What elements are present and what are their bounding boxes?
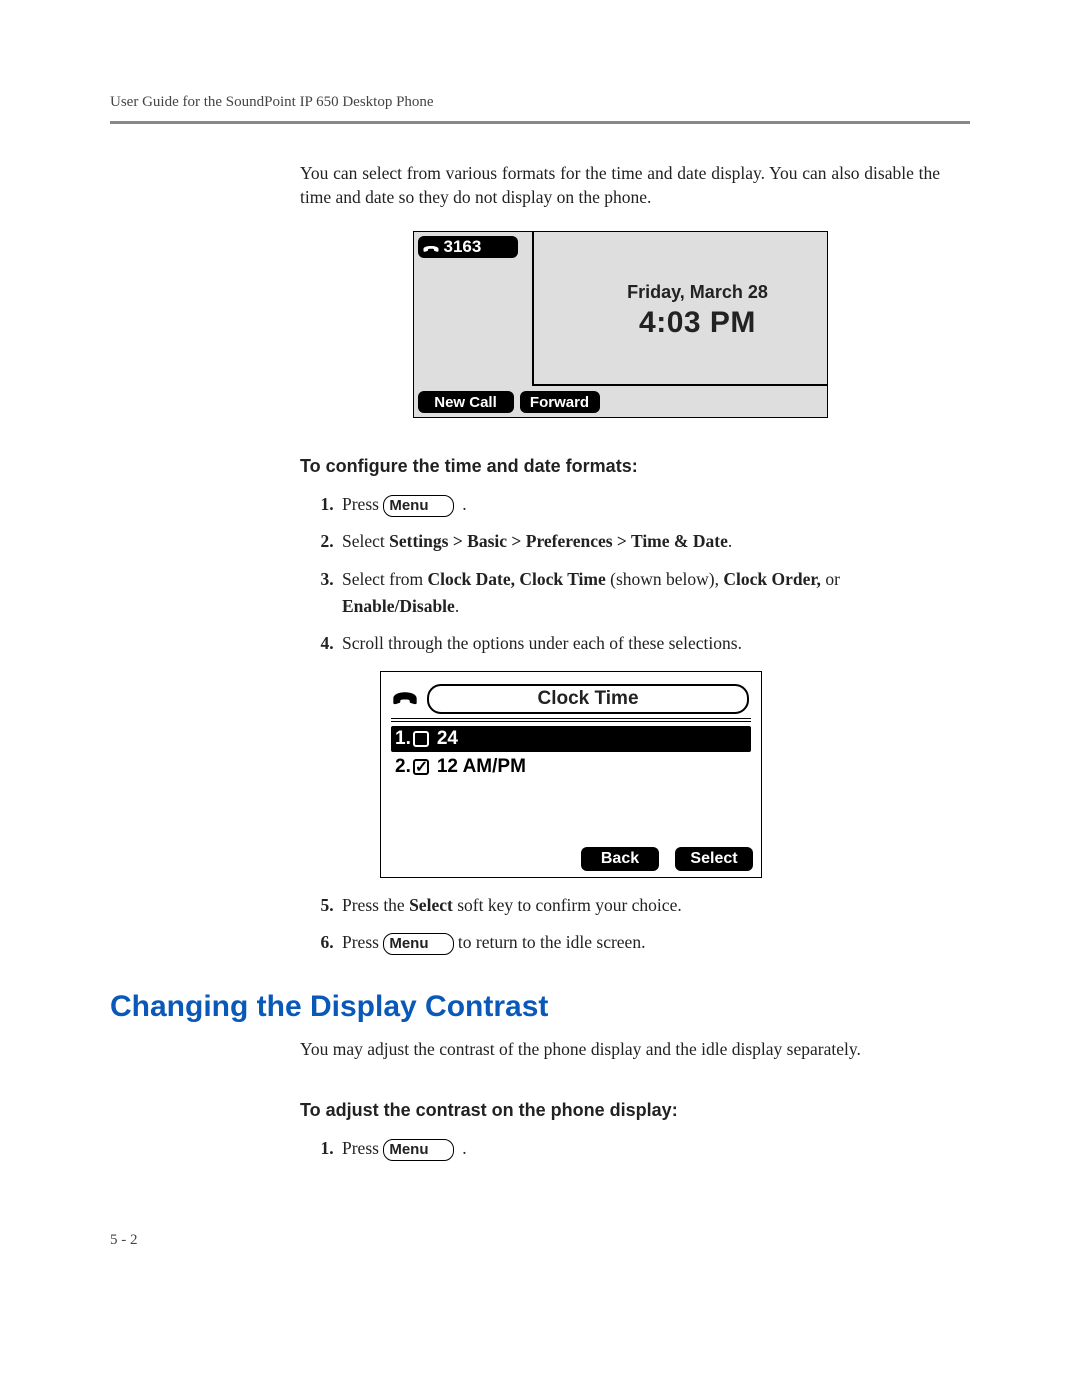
menu-key-icon: Menu [383,933,453,955]
contrast-intro: You may adjust the contrast of the phone… [300,1038,940,1062]
option-24: 1. 24 [391,726,751,752]
section-title-adjust-contrast: To adjust the contrast on the phone disp… [300,1100,940,1121]
section-title-configure: To configure the time and date formats: [300,456,940,477]
extension-label: 3163 [418,236,518,258]
page-header: User Guide for the SoundPoint IP 650 Des… [110,94,970,124]
phone-screenshot-idle: 3163 Friday, March 28 4:03 PM New Call F… [413,231,828,418]
menu-title: Clock Time [427,684,749,714]
step-6: Press Menu to return to the idle screen. [338,929,940,956]
handset-icon [422,240,440,254]
softkey-new-call: New Call [418,391,514,413]
softkey-select: Select [675,847,753,871]
divider [532,232,534,386]
extension-number: 3163 [444,237,482,257]
heading-changing-contrast: Changing the Display Contrast [110,990,970,1024]
step-2: Select Settings > Basic > Preferences > … [338,528,940,555]
divider [532,384,827,386]
time-display: 4:03 PM [569,306,827,340]
date-display: Friday, March 28 [569,282,827,303]
step-4: Scroll through the options under each of… [338,630,940,657]
menu-key-icon: Menu [383,495,453,517]
phone-screenshot-clocktime: Clock Time 1. 24 2. 12 AM/PM Back Select [380,671,762,878]
softkey-forward: Forward [520,391,600,413]
divider [391,718,751,722]
checkbox-checked-icon [413,759,429,775]
intro-paragraph: You can select from various formats for … [300,162,940,209]
step-3: Select from Clock Date, Clock Time (show… [338,566,940,620]
softkey-back: Back [581,847,659,871]
page-number: 5 - 2 [110,1232,138,1249]
menu-key-icon: Menu [383,1139,453,1161]
step-5: Press the Select soft key to confirm you… [338,892,940,919]
step-1: Press Menu . [338,491,940,518]
option-12-ampm: 2. 12 AM/PM [391,754,751,780]
handset-icon [391,682,419,710]
contrast-step-1: Press Menu . [338,1135,940,1162]
checkbox-unchecked-icon [413,731,429,747]
